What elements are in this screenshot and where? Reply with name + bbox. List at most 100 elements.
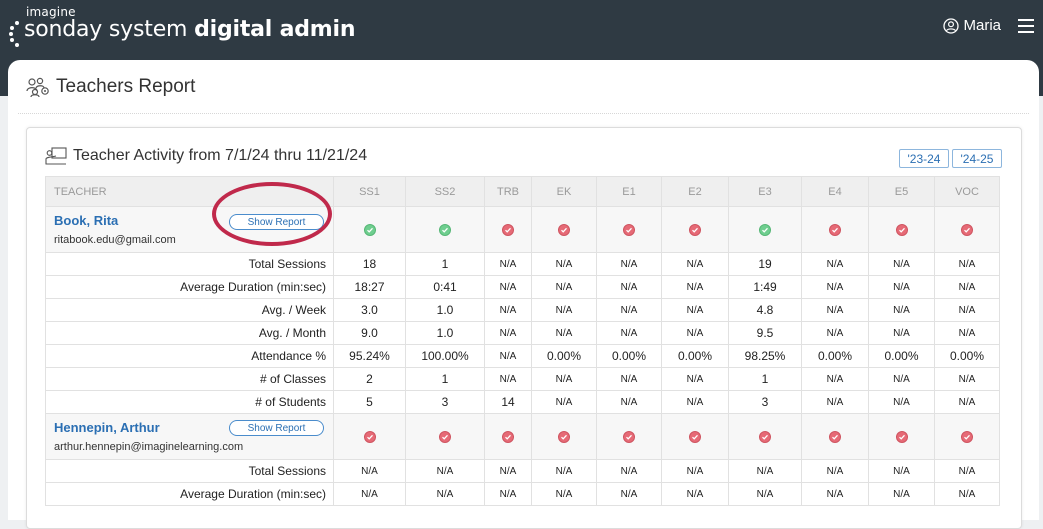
status-inactive-icon xyxy=(558,224,570,237)
stat-value: N/A xyxy=(531,482,597,506)
status-inactive-icon xyxy=(439,431,451,444)
status-inactive-icon xyxy=(759,431,771,444)
stat-value: N/A xyxy=(405,482,485,506)
status-cell xyxy=(596,413,662,460)
status-ok-icon xyxy=(439,224,451,237)
stat-value: 19 xyxy=(728,252,802,276)
status-inactive-icon xyxy=(363,431,376,444)
stat-value: N/A xyxy=(531,459,597,483)
stat-value: N/A xyxy=(596,252,662,276)
status-cell xyxy=(728,206,802,253)
stat-value: N/A xyxy=(484,275,532,299)
stat-label: Total Sessions xyxy=(45,459,334,483)
page-header: Teachers Report xyxy=(26,76,195,98)
stat-value: N/A xyxy=(868,275,935,299)
teacher-name-link[interactable]: Book, Rita xyxy=(54,213,118,228)
hamburger-menu-icon[interactable] xyxy=(1018,19,1034,33)
teacher-cell: Book, Rita ritabook.edu@gmail.com Show Rep… xyxy=(45,206,334,253)
column-header-trb: TRB xyxy=(484,176,532,207)
stat-row: Average Duration (min:sec) N/A N/A N/A N/A N/… xyxy=(45,482,1000,506)
status-inactive-icon xyxy=(689,431,701,444)
status-cell xyxy=(728,413,802,460)
stat-value: N/A xyxy=(661,482,729,506)
stat-value: 0:41 xyxy=(405,275,485,299)
stat-value: 98.25% xyxy=(728,344,802,368)
stat-value: 0.00% xyxy=(934,344,1000,368)
stat-row: Average Duration (min:sec) 18:27 0:41 N/A N/… xyxy=(45,275,1000,299)
stat-value: N/A xyxy=(934,482,1000,506)
stat-value: N/A xyxy=(661,390,729,414)
year-button-24-25[interactable]: '24-25 xyxy=(952,149,1002,168)
brand-logo-icon xyxy=(9,21,19,47)
card-header: Teacher Activity from 7/1/24 thru 11/21/… xyxy=(45,147,367,165)
stat-value: 1 xyxy=(405,367,485,391)
stat-value: N/A xyxy=(934,275,1000,299)
stat-value: 3 xyxy=(405,390,485,414)
column-header-teacher: TEACHER xyxy=(45,176,334,207)
stat-value: N/A xyxy=(801,298,869,322)
column-header-e1: E1 xyxy=(596,176,662,207)
stat-label: # of Classes xyxy=(45,367,334,391)
stat-value: N/A xyxy=(868,367,935,391)
stat-value: N/A xyxy=(531,390,597,414)
year-button-23-24[interactable]: '23-24 xyxy=(899,149,949,168)
show-report-button[interactable]: Show Report xyxy=(229,420,324,436)
stat-value: 5 xyxy=(333,390,406,414)
table-header-row: TEACHER SS1 SS2 TRB EK E1 E2 E3 E4 E5 VOC xyxy=(45,176,1000,207)
stat-value: N/A xyxy=(801,275,869,299)
stat-value: N/A xyxy=(661,252,729,276)
teacher-board-icon xyxy=(45,147,67,165)
status-ok-icon xyxy=(363,224,376,237)
column-header-e3: E3 xyxy=(728,176,802,207)
stat-value: N/A xyxy=(661,321,729,345)
stat-value: N/A xyxy=(531,252,597,276)
status-cell xyxy=(801,206,869,253)
status-cell xyxy=(531,206,597,253)
stat-value: N/A xyxy=(484,298,532,322)
status-cell xyxy=(405,206,485,253)
column-header-voc: VOC xyxy=(934,176,1000,207)
stat-value: N/A xyxy=(596,459,662,483)
brand-title-bold: digital admin xyxy=(194,17,356,42)
teacher-row: Book, Rita ritabook.edu@gmail.com Show Rep… xyxy=(45,206,1000,253)
stat-label: Total Sessions xyxy=(45,252,334,276)
stat-value: N/A xyxy=(934,390,1000,414)
status-inactive-icon xyxy=(689,224,701,237)
status-inactive-icon xyxy=(961,431,973,444)
stat-value: N/A xyxy=(484,367,532,391)
teacher-cell: Hennepin, Arthur arthur.hennepin@imaginel… xyxy=(45,413,334,460)
status-inactive-icon xyxy=(623,224,635,237)
stat-value: 18 xyxy=(333,252,406,276)
stat-value: N/A xyxy=(868,252,935,276)
status-inactive-icon xyxy=(895,431,908,444)
stat-value: N/A xyxy=(868,321,935,345)
column-header-e5: E5 xyxy=(868,176,935,207)
stat-value: N/A xyxy=(531,321,597,345)
stat-value: N/A xyxy=(333,482,406,506)
user-menu[interactable]: Maria xyxy=(943,17,1001,34)
stat-value: N/A xyxy=(934,252,1000,276)
status-cell xyxy=(934,206,1000,253)
stat-value: N/A xyxy=(868,390,935,414)
stat-value: N/A xyxy=(484,459,532,483)
header-divider xyxy=(18,113,1029,114)
stat-label: Average Duration (min:sec) xyxy=(45,482,334,506)
status-cell xyxy=(661,206,729,253)
stat-row: Attendance % 95.24% 100.00% N/A 0.00% 0.00% 0.… xyxy=(45,344,1000,368)
stat-value: N/A xyxy=(801,252,869,276)
stat-value: N/A xyxy=(868,459,935,483)
stat-value: 4.8 xyxy=(728,298,802,322)
column-header-ss1: SS1 xyxy=(333,176,406,207)
stat-value: N/A xyxy=(596,390,662,414)
user-icon xyxy=(943,17,960,34)
stat-value: N/A xyxy=(484,321,532,345)
status-cell xyxy=(405,413,485,460)
column-header-ss2: SS2 xyxy=(405,176,485,207)
status-inactive-icon xyxy=(895,224,908,237)
show-report-button[interactable]: Show Report xyxy=(229,214,324,230)
teacher-name-link[interactable]: Hennepin, Arthur xyxy=(54,420,160,435)
main-panel: Teachers Report Teacher Activity from 7/… xyxy=(8,60,1039,529)
brand-title[interactable]: sonday system digital admin xyxy=(24,17,356,42)
stat-value: 0.00% xyxy=(801,344,869,368)
stat-value: N/A xyxy=(661,275,729,299)
